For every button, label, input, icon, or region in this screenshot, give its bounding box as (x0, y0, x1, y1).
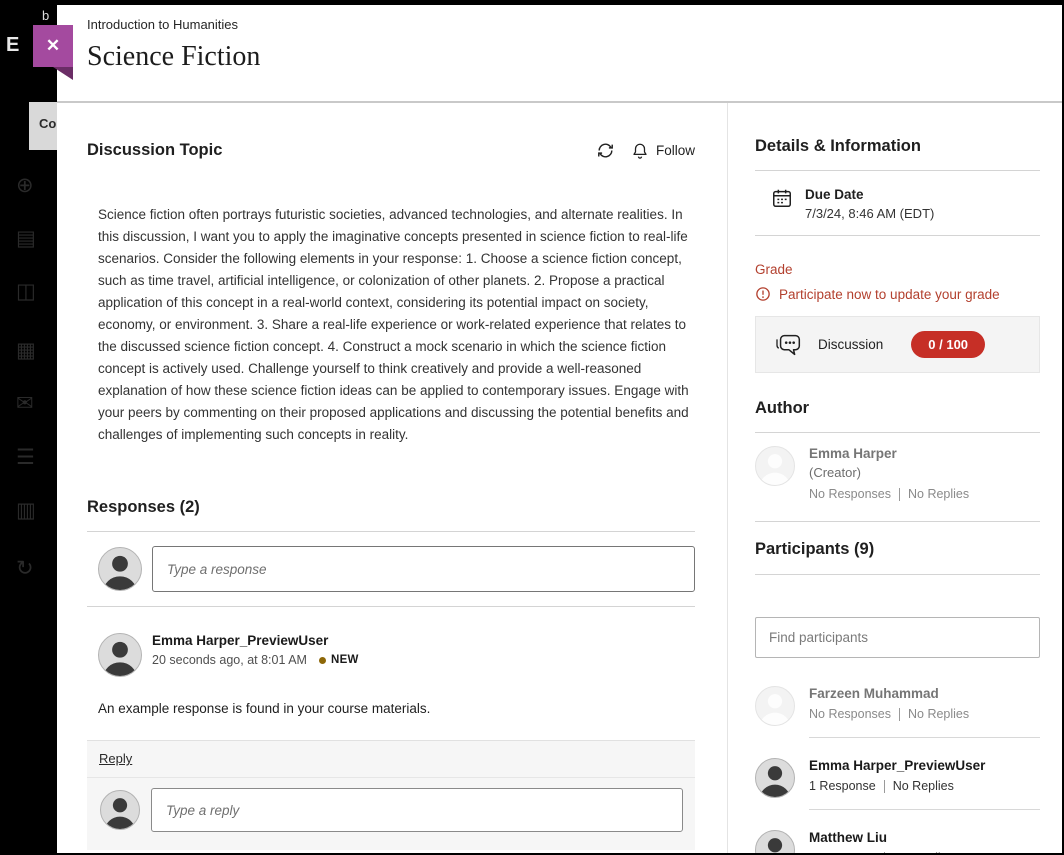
response-author-avatar (98, 633, 142, 677)
participant-replies-count: No Replies (908, 707, 969, 721)
reply-link[interactable]: Reply (99, 751, 132, 766)
author-replies-count: No Replies (908, 487, 969, 501)
author-heading: Author (755, 399, 1040, 418)
responses-heading: Responses (2) (87, 498, 695, 517)
refresh-button[interactable] (596, 141, 615, 160)
author-name: Emma Harper (809, 446, 969, 461)
due-date-label: Due Date (805, 187, 934, 202)
participant-responses-count: No Responses (809, 707, 891, 721)
grade-warning[interactable]: Participate now to update your grade (755, 286, 1040, 302)
due-date-value: 7/3/24, 8:46 AM (EDT) (805, 206, 934, 221)
participant-responses-count: 1 Response (809, 779, 876, 793)
reply-compose-row (87, 778, 695, 844)
rail-panels-icon: ◫ (16, 281, 44, 302)
response-author-name: Emma Harper_PreviewUser (152, 633, 359, 648)
participant-row[interactable]: Farzeen Muhammad No Responses No Replies (755, 686, 1040, 738)
response-item: Emma Harper_PreviewUser 20 seconds ago, … (87, 607, 695, 691)
panel-header: Introduction to Humanities Science Ficti… (87, 17, 260, 73)
reply-bar: Reply (87, 741, 695, 778)
calendar-icon (771, 187, 793, 209)
content-divider (727, 103, 728, 853)
rail-grid-icon: ▦ (16, 340, 44, 361)
author-row: Emma Harper (Creator) No Responses No Re… (755, 433, 1040, 501)
discussion-panel: Introduction to Humanities Science Ficti… (57, 5, 1062, 853)
grade-box: Discussion 0 / 100 (755, 316, 1040, 373)
grade-label: Grade (755, 262, 1040, 277)
discussion-prompt-text: Science fiction often portrays futuristi… (98, 204, 694, 446)
underlying-left-rail: b E Co ⊕ ▤ ◫ ▦ ✉ ☰ ▥ ↻ (0, 0, 57, 855)
reply-section: Reply (87, 740, 695, 850)
rail-refresh-icon: ↻ (16, 558, 44, 579)
details-heading: Details & Information (755, 137, 1040, 156)
rail-globe-icon: ⊕ (16, 175, 44, 196)
refresh-icon (596, 141, 615, 160)
participant-avatar (755, 686, 795, 726)
participant-meta: 1 Response No Replies (809, 851, 1040, 853)
underlying-logo-fragment: E (6, 34, 19, 57)
participants-heading: Participants (9) (755, 540, 1040, 559)
author-meta: No Responses No Replies (809, 487, 969, 501)
participant-replies-count: No Replies (893, 779, 954, 793)
follow-button[interactable]: Follow (631, 142, 695, 160)
rail-table-icon: ▥ (16, 500, 44, 521)
grade-score-pill[interactable]: 0 / 100 (911, 331, 985, 358)
participant-name: Matthew Liu (809, 830, 1040, 845)
underlying-text-fragment: b (42, 8, 49, 23)
participant-responses-count: 1 Response (809, 851, 876, 853)
reply-user-avatar (100, 790, 140, 830)
participant-avatar (755, 830, 795, 853)
current-user-avatar (98, 547, 142, 591)
reply-input[interactable] (151, 788, 683, 832)
close-icon: ✕ (46, 36, 60, 55)
author-bottom-divider (755, 521, 1040, 522)
page-title: Science Fiction (87, 41, 260, 73)
discussion-icon (774, 330, 804, 360)
details-sidebar: Details & Information Due Date 7/3/24, 8… (755, 103, 1040, 853)
author-role: (Creator) (809, 465, 969, 480)
participant-meta: 1 Response No Replies (809, 779, 1040, 793)
new-indicator-dot (319, 657, 326, 664)
rail-mail-icon: ✉ (16, 393, 44, 414)
participants-divider (755, 574, 1040, 575)
participant-avatar (755, 758, 795, 798)
author-responses-count: No Responses (809, 487, 891, 501)
discussion-main-column: Discussion Topic Follow Science fiction … (87, 103, 695, 850)
meta-separator (884, 852, 885, 854)
close-panel-button[interactable]: ✕ (33, 25, 73, 67)
participant-row[interactable]: Matthew Liu 1 Response No Replies (755, 830, 1040, 853)
meta-separator (884, 780, 885, 793)
participant-meta: No Responses No Replies (809, 707, 1040, 721)
meta-separator (899, 488, 900, 501)
participant-name: Farzeen Muhammad (809, 686, 1040, 701)
due-date-divider (755, 235, 1040, 236)
underlying-tab-fragment: Co (29, 102, 57, 150)
discussion-topic-heading: Discussion Topic (87, 141, 222, 160)
participant-replies-count: No Replies (893, 851, 954, 853)
participant-row[interactable]: Emma Harper_PreviewUser 1 Response No Re… (755, 758, 1040, 810)
participant-name: Emma Harper_PreviewUser (809, 758, 1040, 773)
alert-circle-icon (755, 286, 771, 302)
breadcrumb-course-name: Introduction to Humanities (87, 17, 260, 32)
grade-warning-text: Participate now to update your grade (779, 287, 1000, 302)
response-body-text: An example response is found in your cou… (98, 701, 695, 716)
new-badge: NEW (331, 654, 359, 666)
response-timestamp: 20 seconds ago, at 8:01 AM (152, 653, 307, 667)
response-input[interactable] (152, 546, 695, 592)
follow-label: Follow (656, 143, 695, 158)
grade-item-label: Discussion (818, 337, 883, 352)
author-avatar (755, 446, 795, 486)
find-participants-input[interactable] (755, 617, 1040, 658)
rail-list-icon: ☰ (16, 447, 44, 468)
meta-separator (899, 708, 900, 721)
bell-icon (631, 142, 649, 160)
due-date-row: Due Date 7/3/24, 8:46 AM (EDT) (755, 171, 1040, 235)
response-timestamp-row: 20 seconds ago, at 8:01 AM NEW (152, 653, 359, 667)
rail-layout-icon: ▤ (16, 228, 44, 249)
response-compose-row (87, 532, 695, 606)
